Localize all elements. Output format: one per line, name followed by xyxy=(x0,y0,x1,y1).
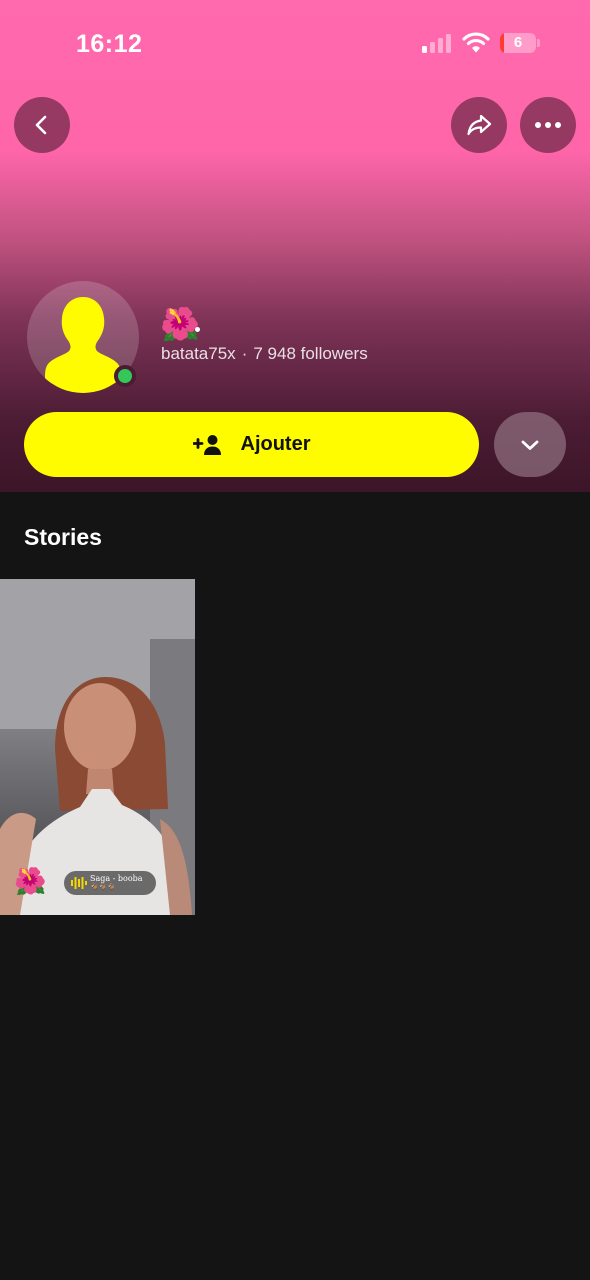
status-time: 16:12 xyxy=(76,30,143,58)
add-friend-button[interactable]: Ajouter xyxy=(24,412,479,477)
stories-heading: Stories xyxy=(24,524,102,550)
status-bar: 16:12 6 xyxy=(0,0,590,90)
cellular-signal-icon xyxy=(422,33,454,53)
display-name: 🌺 xyxy=(160,305,200,343)
share-button[interactable] xyxy=(451,97,507,153)
online-status-indicator xyxy=(114,365,136,387)
add-button-label: Ajouter xyxy=(240,433,311,455)
music-subtitle: 🐐🐐🐐 xyxy=(90,884,117,891)
music-title: Saga - booba xyxy=(90,874,143,883)
followers-count[interactable]: 7 948 followers xyxy=(253,344,367,363)
music-sticker[interactable]: Saga - booba 🐐🐐🐐 xyxy=(64,871,156,895)
back-button[interactable] xyxy=(14,97,70,153)
name-dot xyxy=(195,327,200,332)
story-emoji: 🌺 xyxy=(14,867,47,897)
more-actions-dropdown-button[interactable] xyxy=(494,412,566,477)
share-arrow-icon xyxy=(467,114,492,136)
wifi-icon xyxy=(462,32,490,53)
more-options-button[interactable] xyxy=(520,97,576,153)
battery-icon: 6 xyxy=(500,33,536,53)
profile-subtitle: batata75x · 7 948 followers xyxy=(161,344,368,364)
chevron-left-icon xyxy=(35,115,47,135)
story-thumbnail[interactable]: 🌺 Saga - booba 🐐🐐🐐 xyxy=(0,579,195,915)
username: batata75x xyxy=(161,344,236,363)
music-waveform-icon xyxy=(71,877,87,889)
chevron-down-icon xyxy=(521,440,539,450)
story-photo xyxy=(0,579,195,915)
ellipsis-icon xyxy=(535,122,561,128)
add-friend-icon xyxy=(192,434,221,455)
separator: · xyxy=(241,344,248,363)
battery-level: 6 xyxy=(513,34,523,51)
